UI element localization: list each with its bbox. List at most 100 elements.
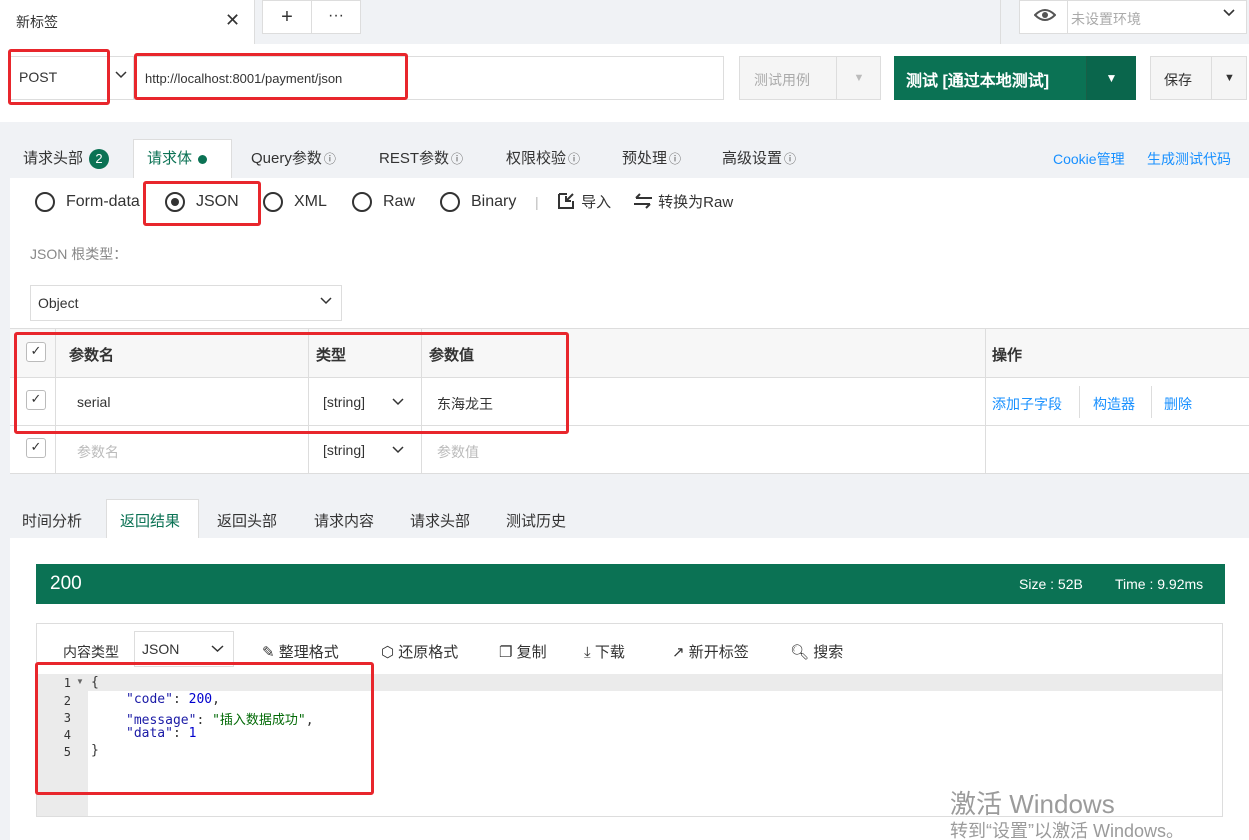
tab-label: 请求头部 (23, 150, 84, 167)
highlight-box (143, 181, 261, 226)
tab-request-headers[interactable]: 请求头部 (410, 510, 470, 531)
radio-raw[interactable]: Raw (352, 192, 415, 216)
import-icon (558, 193, 574, 209)
root-type-select[interactable]: Object (30, 285, 342, 321)
tab-new[interactable]: 新标签 ✕ (0, 0, 255, 44)
divider (1000, 0, 1001, 44)
chevron-down-icon (392, 443, 404, 459)
caret-down-icon[interactable]: ▼ (1211, 57, 1247, 99)
add-tab-button[interactable]: + (262, 0, 312, 34)
divider (1079, 386, 1080, 418)
close-icon[interactable]: ✕ (225, 10, 240, 31)
convert-raw-label: 转换为Raw (658, 194, 734, 211)
more-tabs-button[interactable]: ··· (311, 0, 361, 34)
convert-raw-button[interactable]: 转换为Raw (632, 191, 733, 212)
restore-button[interactable]: ⬡ 还原格式 (381, 641, 458, 662)
radio-label: XML (294, 193, 327, 211)
download-button[interactable]: ⤓ 下载 (584, 641, 625, 662)
col-ops: 操作 (992, 347, 1023, 364)
add-child-link[interactable]: 添加子字段 (992, 394, 1062, 414)
caret-down-icon[interactable]: ▼ (1086, 56, 1136, 100)
cookie-link[interactable]: Cookie管理 (1053, 149, 1125, 169)
tab-label: Query参数 (251, 150, 322, 167)
info-icon: ⓘ (669, 152, 682, 166)
tab-advanced[interactable]: 高级设置 ⓘ (722, 147, 796, 168)
radio-label: Binary (471, 193, 517, 211)
builder-link[interactable]: 构造器 (1093, 394, 1135, 414)
chevron-down-icon (211, 642, 224, 658)
chevron-down-icon (319, 294, 333, 311)
radio-label: Raw (383, 193, 416, 211)
root-type-label: JSON 根类型： (30, 246, 128, 262)
environment-placeholder: 未设置环境 (1071, 11, 1141, 27)
row-checkbox[interactable]: ✓ (26, 438, 46, 458)
restore-label: 还原格式 (398, 644, 459, 661)
tab-body[interactable]: 请求体 (147, 147, 208, 168)
radio-label: Form-data (66, 193, 140, 211)
activation-watermark: 激活 Windows (950, 789, 1115, 819)
response-size: Size : 52B (1019, 576, 1083, 592)
copy-label: 复制 (516, 644, 547, 661)
new-tab-button[interactable]: ↗ 新开标签 (672, 641, 749, 662)
caret-down-icon[interactable]: ▼ (836, 57, 881, 99)
cube-icon: ⬡ (381, 644, 395, 661)
run-test-label: 测试 [通过本地测试] (906, 73, 1050, 90)
delete-link[interactable]: 删除 (1164, 394, 1192, 414)
wand-icon: ✎ (262, 644, 275, 661)
highlight-box (8, 49, 110, 105)
tab-headers[interactable]: 请求头部 2 (23, 147, 110, 169)
radio-circle (440, 192, 460, 212)
tab-history[interactable]: 测试历史 (506, 510, 566, 531)
param-type[interactable]: [string] (323, 442, 365, 458)
environment-select[interactable]: 未设置环境 (1019, 0, 1247, 34)
save-button[interactable]: 保存 ▼ (1150, 56, 1247, 100)
response-time: Time : 9.92ms (1115, 576, 1204, 592)
tab-preprocess[interactable]: 预处理 ⓘ (622, 147, 681, 168)
radio-circle (35, 192, 55, 212)
tab-request-content[interactable]: 请求内容 (314, 510, 374, 531)
search-label: 搜索 (813, 644, 844, 661)
tab-rest[interactable]: REST参数 ⓘ (379, 147, 463, 168)
tab-result[interactable]: 返回结果 (120, 510, 180, 531)
param-value-input[interactable]: 参数值 (437, 442, 479, 462)
copy-icon: ❐ (499, 644, 513, 661)
radio-binary[interactable]: Binary (440, 192, 516, 216)
testcase-button[interactable]: 测试用例 ▼ (739, 56, 881, 100)
run-test-button[interactable]: 测试 [通过本地测试] ▼ (894, 56, 1136, 100)
import-button[interactable]: 导入 (557, 191, 611, 212)
radio-form-data[interactable]: Form-data (35, 192, 140, 216)
chevron-down-icon (1222, 6, 1236, 23)
external-link-icon: ↗ (672, 644, 685, 661)
copy-button[interactable]: ❐ 复制 (499, 641, 547, 662)
search-button[interactable]: 🔍︎ 搜索 (790, 641, 843, 662)
count-badge: 2 (89, 149, 110, 169)
format-button[interactable]: ✎ 整理格式 (262, 641, 339, 662)
highlight-box (134, 53, 408, 100)
eye-icon[interactable] (1033, 7, 1057, 28)
status-code: 200 (50, 573, 82, 594)
generate-code-link[interactable]: 生成测试代码 (1147, 149, 1231, 169)
info-icon: ⓘ (323, 152, 336, 166)
import-label: 导入 (581, 194, 612, 211)
tab-query[interactable]: Query参数 ⓘ (251, 147, 336, 168)
content-type-value: JSON (142, 641, 180, 657)
radio-xml[interactable]: XML (263, 192, 327, 216)
radio-circle (263, 192, 283, 212)
divider (1151, 386, 1152, 418)
info-icon: ⓘ (784, 152, 797, 166)
tab-title: 新标签 (16, 14, 58, 30)
tab-label: 权限校验 (506, 150, 567, 167)
tab-label: 预处理 (622, 150, 668, 167)
tab-auth[interactable]: 权限校验 ⓘ (506, 147, 580, 168)
status-bar: 200 Size : 52B Time : 9.92ms (36, 564, 1225, 604)
chevron-down-icon (115, 69, 127, 84)
param-name-input[interactable]: 参数名 (77, 442, 119, 462)
save-label: 保存 (1164, 72, 1192, 88)
tab-label: 高级设置 (722, 150, 783, 167)
info-icon: ⓘ (451, 152, 464, 166)
tab-timing[interactable]: 时间分析 (22, 510, 82, 531)
tab-response-headers[interactable]: 返回头部 (217, 510, 277, 531)
tab-label: 请求体 (147, 150, 193, 167)
info-icon: ⓘ (568, 152, 581, 166)
activation-watermark-sub: 转到“设置”以激活 Windows。 (950, 821, 1185, 840)
